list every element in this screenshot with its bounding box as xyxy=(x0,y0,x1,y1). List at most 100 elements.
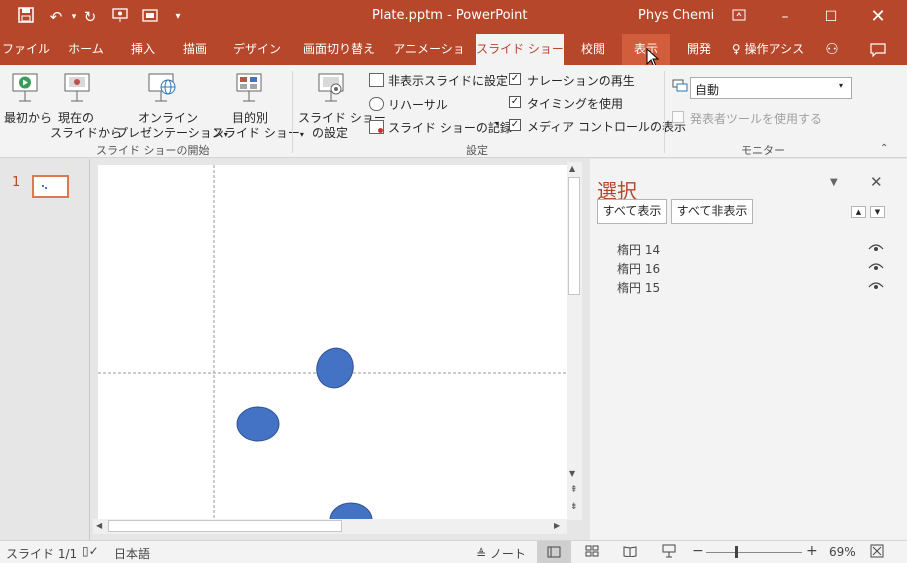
scroll-down-icon[interactable]: ▼ xyxy=(569,469,575,478)
record-label: スライド ショーの記録 xyxy=(388,121,512,135)
bring-forward-icon[interactable]: ▲ xyxy=(851,206,866,218)
normal-view-icon xyxy=(547,546,561,558)
zoom-slider-track[interactable] xyxy=(706,552,802,553)
slide-counter: スライド 1/1 xyxy=(6,547,78,561)
eye-icon[interactable] xyxy=(868,280,884,294)
next-slide-icon[interactable]: ⇟ xyxy=(570,502,578,512)
setup-label-2: の設定 xyxy=(312,126,349,140)
hide-all-button[interactable]: すべて非表示 xyxy=(671,199,753,224)
tab-transitions[interactable]: 画面切り替え xyxy=(296,34,382,65)
ellipse-shape[interactable] xyxy=(311,343,359,393)
scroll-left-icon[interactable]: ◀ xyxy=(96,521,102,530)
custom-slideshow-icon xyxy=(234,71,264,106)
zoom-level[interactable]: 69% xyxy=(829,545,856,559)
scroll-up-icon[interactable]: ▲ xyxy=(569,164,575,173)
notes-icon: ≜ xyxy=(476,547,487,561)
from-current-slide-button[interactable]: 現在の スライドから xyxy=(50,69,122,143)
zoom-out-icon[interactable]: − xyxy=(692,543,704,559)
monitor-select[interactable]: 自動 ▾ xyxy=(690,77,852,99)
lightbulb-icon: ♀ xyxy=(731,42,741,56)
present-from-start-icon[interactable] xyxy=(110,7,130,27)
send-backward-icon[interactable]: ▼ xyxy=(870,206,885,218)
selection-item[interactable]: 楕円 16 xyxy=(590,258,907,277)
tell-me[interactable]: ♀ 操作アシス xyxy=(730,34,806,65)
hide-slide-icon xyxy=(369,73,384,87)
online-presentation-button[interactable]: オンライン プレゼンテーション▾ xyxy=(114,69,228,143)
eye-icon[interactable] xyxy=(868,242,884,256)
ellipse-shape[interactable] xyxy=(236,406,280,442)
pane-options-icon[interactable]: ▼ xyxy=(830,177,838,188)
selection-item[interactable]: 楕円 14 xyxy=(590,239,907,258)
group-separator xyxy=(664,71,665,153)
close-button[interactable]: ✕ xyxy=(855,0,901,34)
zoom-in-icon[interactable]: + xyxy=(806,543,818,559)
slide-canvas[interactable] xyxy=(98,165,567,519)
group-label-monitor: モニター xyxy=(741,144,785,157)
tab-animations[interactable]: アニメーション xyxy=(390,34,468,87)
vertical-scrollbar[interactable]: ▲ ▼ ⇞ ⇟ xyxy=(567,162,582,520)
slide-sorter-icon[interactable] xyxy=(585,545,599,560)
slideshow-play-icon xyxy=(10,71,40,106)
rehearse-clock-icon xyxy=(369,97,384,111)
from-beginning-button[interactable]: 最初から xyxy=(2,69,52,133)
ribbon-display-options-icon[interactable] xyxy=(716,0,762,34)
from-current-label-2: スライドから xyxy=(50,126,123,140)
zoom-slider-thumb[interactable] xyxy=(735,546,738,558)
thumbnail-pane: 1 xyxy=(0,159,90,540)
record-dropdown-icon[interactable]: ▾ xyxy=(495,119,499,128)
checkbox-unchecked-icon xyxy=(672,111,684,123)
share-person-icon[interactable]: ⚇ xyxy=(818,34,846,65)
user-name[interactable]: Phys Chemi xyxy=(638,8,714,23)
selection-item-label: 楕円 14 xyxy=(617,243,661,257)
horizontal-scroll-thumb[interactable] xyxy=(108,520,342,532)
custom-slideshow-button[interactable]: 目的別 スライド ショー▾ xyxy=(210,69,304,143)
collapse-ribbon-icon[interactable]: ⌃ xyxy=(880,143,888,154)
rehearse-label: リハーサル xyxy=(388,98,448,112)
language-indicator[interactable]: 日本語 xyxy=(114,545,150,562)
online-globe-icon xyxy=(146,71,178,106)
tab-design[interactable]: デザイン xyxy=(226,34,288,65)
selection-item[interactable]: 楕円 15 xyxy=(590,277,907,296)
comments-icon[interactable] xyxy=(864,34,892,65)
selection-pane: 選択 ▼ ✕ すべて表示 すべて非表示 ▲ ▼ 楕円 14 楕円 16 楕円 1… xyxy=(590,159,907,540)
selection-item-label: 楕円 16 xyxy=(617,262,661,276)
redo-icon[interactable]: ↻ xyxy=(80,7,100,27)
setup-slideshow-button[interactable]: スライド ショー の設定 xyxy=(296,69,386,143)
fit-to-window-icon[interactable] xyxy=(870,544,884,561)
checkbox-checked-icon: ✓ xyxy=(509,119,521,131)
minimize-button[interactable]: – xyxy=(762,0,808,34)
group-label-setup: 設定 xyxy=(466,144,488,157)
tab-slideshow[interactable]: スライド ショー xyxy=(476,34,564,65)
title-bar: ↶ ▾ ↻ ▾ Plate.pptm - PowerPoint Phys Che… xyxy=(0,0,907,34)
tab-review[interactable]: 校閲 xyxy=(570,34,616,65)
reading-view-icon[interactable] xyxy=(623,545,637,560)
selection-item-label: 楕円 15 xyxy=(617,281,661,295)
tab-insert[interactable]: 挿入 xyxy=(120,34,166,65)
tab-home[interactable]: ホーム xyxy=(58,34,114,65)
screenshot-icon[interactable] xyxy=(140,7,160,27)
tab-file[interactable]: ファイル xyxy=(0,34,52,65)
tab-developer[interactable]: 開発 xyxy=(676,34,722,65)
undo-icon[interactable]: ↶ xyxy=(46,7,66,27)
slide-thumbnail[interactable] xyxy=(32,175,69,198)
maximize-button[interactable]: ☐ xyxy=(808,0,854,34)
spell-check-icon[interactable]: ▯✓ xyxy=(82,544,99,558)
save-icon[interactable] xyxy=(16,7,36,27)
horizontal-scrollbar[interactable]: ◀ ▶ xyxy=(93,519,567,534)
eye-icon[interactable] xyxy=(868,261,884,275)
slideshow-view-icon[interactable] xyxy=(661,544,677,561)
ribbon: 最初から 現在の スライドから オンライン プレゼンテーション▾ 目的別 スライ… xyxy=(0,65,907,158)
vertical-scroll-thumb[interactable] xyxy=(568,177,580,295)
notes-button[interactable]: ≜ ノート xyxy=(476,545,526,562)
tab-draw[interactable]: 描画 xyxy=(172,34,218,65)
monitor-icon xyxy=(672,79,688,96)
ellipse-shape[interactable] xyxy=(329,502,373,519)
normal-view-button[interactable] xyxy=(537,541,571,563)
customize-qat-icon[interactable]: ▾ xyxy=(168,7,188,27)
show-all-button[interactable]: すべて表示 xyxy=(597,199,667,224)
slideshow-current-icon xyxy=(62,71,92,106)
close-pane-icon[interactable]: ✕ xyxy=(870,173,883,191)
chevron-down-icon: ▾ xyxy=(839,81,844,90)
scroll-right-icon[interactable]: ▶ xyxy=(554,521,560,530)
previous-slide-icon[interactable]: ⇞ xyxy=(570,485,578,495)
